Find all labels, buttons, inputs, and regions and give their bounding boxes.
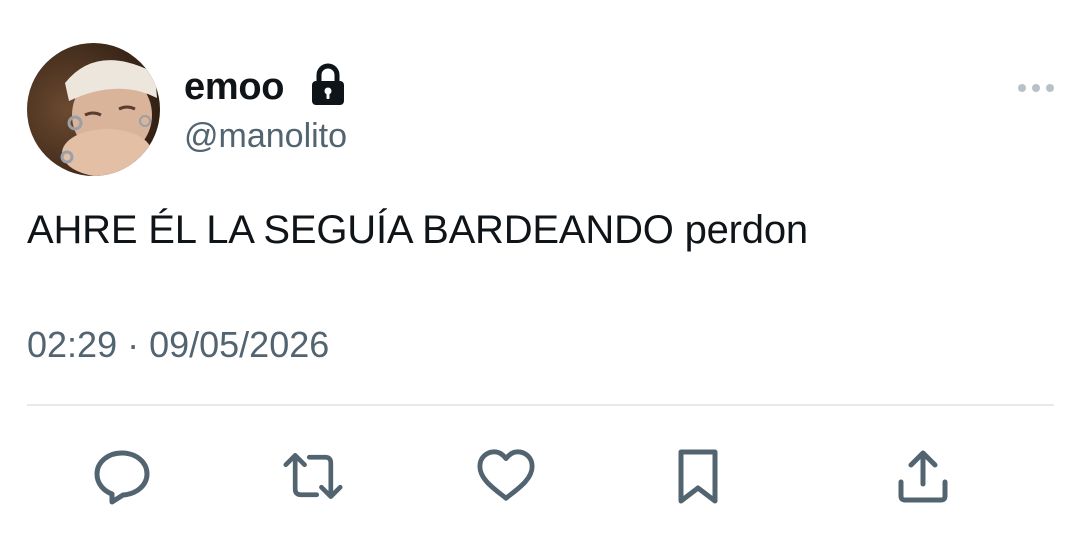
share-icon [898, 450, 948, 503]
timestamp[interactable]: 02:29 · 09/05/2026 [27, 324, 329, 366]
more-options-icon[interactable] [1016, 80, 1056, 96]
retweet-button[interactable] [283, 446, 343, 506]
reply-button[interactable] [92, 446, 152, 506]
display-name[interactable]: emoo [184, 66, 284, 109]
divider [27, 404, 1054, 406]
profile-photo [27, 43, 160, 176]
retweet-icon [283, 453, 343, 499]
share-button[interactable] [893, 446, 953, 506]
reply-icon [94, 450, 150, 505]
heart-icon [477, 449, 535, 501]
bookmark-button[interactable] [668, 446, 728, 506]
like-button[interactable] [476, 446, 536, 506]
avatar[interactable] [27, 43, 160, 176]
bookmark-icon [678, 449, 718, 504]
lock-icon [312, 63, 344, 105]
handle[interactable]: @manolito [184, 117, 347, 156]
tweet-text: AHRE ÉL LA SEGUÍA BARDEANDO perdon [27, 208, 808, 252]
